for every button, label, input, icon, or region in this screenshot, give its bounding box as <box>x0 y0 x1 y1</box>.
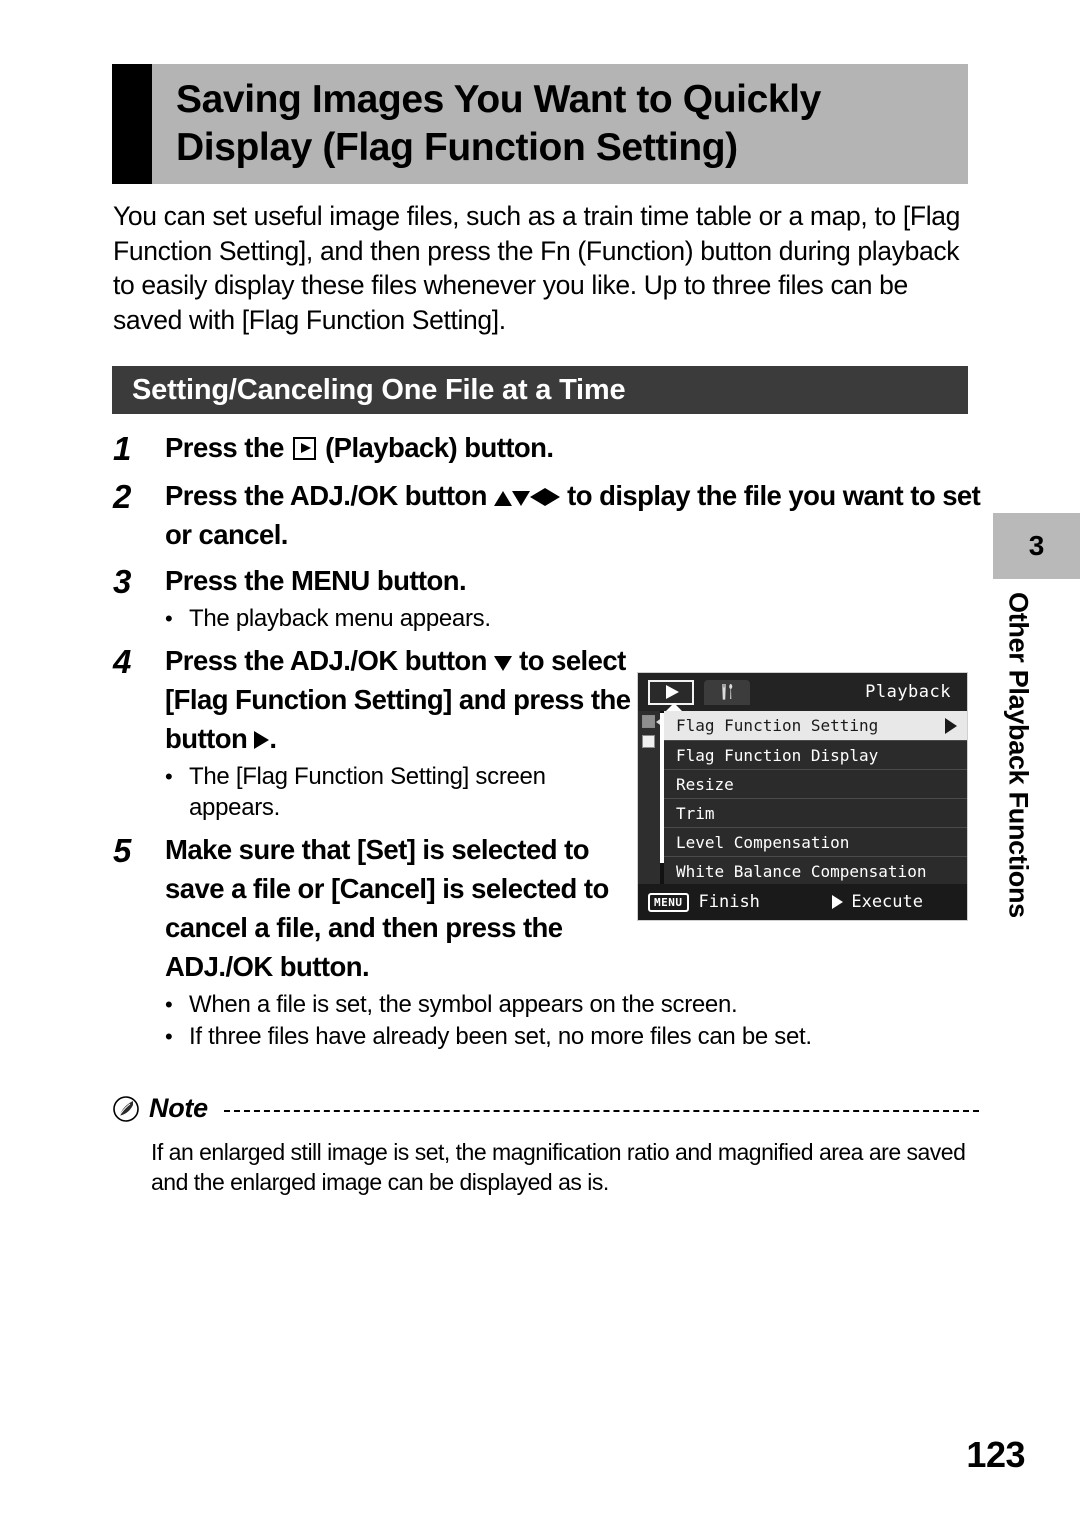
note-divider <box>223 1109 979 1112</box>
lcd-menu-item-level-compensation[interactable]: Level Compensation <box>664 827 967 856</box>
lcd-menu-item-white-balance-compensation[interactable]: White Balance Compensation <box>664 856 967 885</box>
title-accent-block <box>112 64 152 184</box>
lcd-tab-setup[interactable] <box>704 679 750 705</box>
lcd-menu-item-label: Flag Function Setting <box>676 716 879 735</box>
bullet-dot-icon: • <box>165 992 173 1017</box>
bullet-text: If three files have already been set, no… <box>189 1023 812 1050</box>
bullet-item: • The playback menu appears. <box>165 603 988 634</box>
subsection-header: Setting/Canceling One File at a Time <box>112 366 968 414</box>
lcd-menu-item-flag-function-setting[interactable]: Flag Function Setting <box>664 711 967 740</box>
lcd-menu-list: Flag Function Setting Flag Function Disp… <box>664 711 967 885</box>
bullet-dot-icon: • <box>165 764 173 789</box>
step-text-after: (Playback) button. <box>325 432 554 463</box>
lcd-menu-item-label: White Balance Compensation <box>676 861 927 881</box>
step-text-after: . <box>269 723 277 754</box>
bullet-dot-icon: • <box>165 606 173 631</box>
lcd-menu-item-flag-function-display[interactable]: Flag Function Display <box>664 740 967 769</box>
bullet-text: When a file is set, the symbol appears o… <box>189 991 738 1018</box>
title-background: Saving Images You Want to Quickly Displa… <box>152 64 968 184</box>
lcd-screen-title: Playback <box>865 682 951 702</box>
lcd-tab-playback[interactable] <box>648 679 694 705</box>
lcd-menu-body: Flag Function Setting Flag Function Disp… <box>638 711 967 885</box>
chevron-right-icon <box>945 717 957 734</box>
step-number: 4 <box>113 643 132 680</box>
note-label: Note <box>149 1093 208 1123</box>
lcd-footer-bar: MENU Finish Execute <box>638 884 967 920</box>
page-title-bar: Saving Images You Want to Quickly Displa… <box>112 64 968 184</box>
step-3: 3 Press the MENU button. • The playback … <box>113 561 988 634</box>
step-text-before: Press the ADJ./OK button <box>165 480 487 511</box>
arrow-right-icon <box>832 895 844 909</box>
arrow-right-icon <box>545 488 561 506</box>
step-text: Press the (Playback) button. <box>165 428 988 467</box>
step-text: Press the MENU button. <box>165 565 467 596</box>
arrow-down-icon <box>494 656 513 671</box>
page-indicator-dot-1 <box>642 715 655 728</box>
step-bullets: • The playback menu appears. <box>165 603 988 634</box>
step-number: 3 <box>113 563 132 600</box>
lcd-menu-item-label: Level Compensation <box>676 832 850 852</box>
step-number: 2 <box>113 478 132 515</box>
chapter-label-vertical: Other Playback Functions <box>993 592 1043 962</box>
intro-paragraph: You can set useful image files, such as … <box>113 201 961 335</box>
bullet-text: The playback menu appears. <box>189 605 491 632</box>
step-body: Press the MENU button. • The playback me… <box>165 561 988 634</box>
camera-lcd-screenshot: Playback Flag Function Setting Flag Func… <box>637 672 968 921</box>
chapter-number: 3 <box>1028 530 1045 561</box>
step-text-before: Press the <box>165 432 284 463</box>
playback-button-icon <box>292 437 316 460</box>
subsection-title: Setting/Canceling One File at a Time <box>132 373 626 406</box>
note-section: Note If an enlarged still image is set, … <box>113 1093 979 1197</box>
page-indicator-dot-2 <box>642 735 655 748</box>
page-title: Saving Images You Want to Quickly Displa… <box>176 76 821 171</box>
lcd-menu-item-resize[interactable]: Resize <box>664 769 967 798</box>
bullet-item: • When a file is set, the symbol appears… <box>165 989 988 1020</box>
chapter-tab: 3 <box>993 513 1080 579</box>
bullet-dot-icon: • <box>165 1024 173 1049</box>
step-number: 1 <box>113 430 132 467</box>
page-title-line2: Display (Flag Function Setting) <box>176 126 738 169</box>
lcd-tab-bar: Playback <box>638 673 967 712</box>
bullet-item: • If three files have already been set, … <box>165 1021 988 1052</box>
arrow-right-icon <box>254 731 270 749</box>
step-2: 2 Press the ADJ./OK button to display th… <box>113 476 988 554</box>
step-body: Press the (Playback) button. <box>165 428 988 467</box>
step-bullets: • When a file is set, the symbol appears… <box>165 989 988 1052</box>
arrow-left-icon <box>530 488 546 506</box>
menu-button-badge: MENU <box>648 892 689 912</box>
note-pen-icon <box>113 1095 139 1122</box>
step-text: Press the ADJ./OK button to display the … <box>165 476 988 554</box>
lcd-finish-label: Finish <box>698 892 760 912</box>
page-title-line1: Saving Images You Want to Quickly <box>176 78 821 122</box>
note-body-text: If an enlarged still image is set, the m… <box>151 1139 966 1195</box>
bullet-text: The [Flag Function Setting] screen appea… <box>189 763 546 821</box>
lcd-menu-item-label: Resize <box>676 774 734 794</box>
step-number: 5 <box>113 832 132 869</box>
manual-page: Saving Images You Want to Quickly Displa… <box>0 0 1080 1521</box>
lcd-menu-item-label: Flag Function Display <box>676 745 879 765</box>
step-1: 1 Press the (Playback) button. <box>113 428 988 469</box>
playback-icon <box>666 685 679 699</box>
tools-icon <box>722 684 733 700</box>
arrow-up-icon <box>494 491 513 506</box>
step-body: Press the ADJ./OK button to display the … <box>165 476 988 554</box>
chapter-label-text: Other Playback Functions <box>1003 592 1034 918</box>
step-text: Make sure that [Set] is selected to save… <box>165 834 609 982</box>
lcd-menu-item-trim[interactable]: Trim <box>664 798 967 827</box>
step-text: Press the ADJ./OK button to select [Flag… <box>165 641 635 758</box>
lcd-execute-label: Execute <box>851 892 923 912</box>
lcd-menu-item-label: Trim <box>676 803 715 823</box>
step-text-before: Press the ADJ./OK button <box>165 645 487 676</box>
lcd-execute-action[interactable]: Execute <box>832 892 923 912</box>
page-number: 123 <box>966 1434 1025 1475</box>
arrow-down-icon <box>512 491 531 506</box>
note-header: Note <box>113 1093 979 1124</box>
